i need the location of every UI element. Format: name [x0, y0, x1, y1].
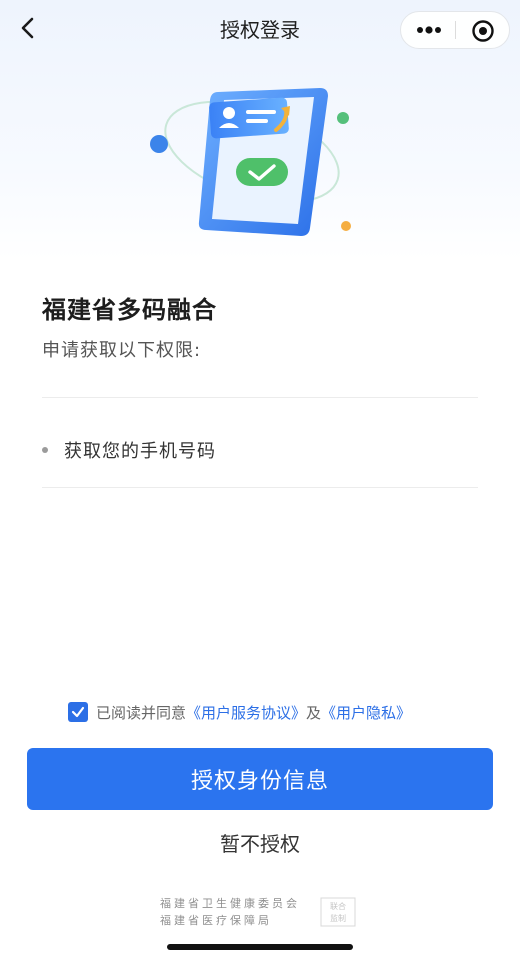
more-dots-icon[interactable] — [414, 21, 444, 39]
home-indicator[interactable] — [167, 944, 353, 950]
divider-bottom — [42, 487, 478, 488]
skip-authorization-button[interactable]: 暂不授权 — [0, 828, 520, 857]
svg-text:联合: 联合 — [330, 901, 346, 911]
permission-item: 获取您的手机号码 — [42, 436, 216, 464]
checkmark-icon — [71, 706, 85, 718]
mini-program-capsule — [400, 11, 510, 49]
agreement-checkbox[interactable] — [68, 702, 88, 722]
target-circle-icon[interactable] — [471, 19, 495, 43]
bullet-dot-icon — [42, 447, 48, 453]
user-privacy-link[interactable]: 《用户隐私》 — [321, 702, 411, 723]
user-service-agreement-link[interactable]: 《用户服务协议》 — [186, 702, 306, 723]
agreement-connector: 及 — [306, 703, 322, 722]
divider-top — [42, 397, 478, 398]
phone-authorization-illustration — [150, 88, 351, 236]
app-name: 福建省多码融合 — [42, 296, 217, 324]
svg-text:监制: 监制 — [330, 913, 346, 923]
capsule-divider — [455, 21, 456, 39]
agreement-prefix: 已阅读并同意 — [96, 703, 187, 722]
footer-organizations: 福建省卫生健康委员会 福建省医疗保障局 联合 监制 — [160, 895, 360, 929]
joint-supervision-seal: 联合 监制 — [320, 897, 356, 927]
authorize-identity-button[interactable]: 授权身份信息 — [27, 748, 493, 810]
permission-item-label: 获取您的手机号码 — [64, 441, 216, 462]
permission-request-text: 申请获取以下权限: — [42, 340, 202, 361]
agreement-row: 已阅读并同意 《用户服务协议》 及 《用户隐私》 — [68, 701, 411, 723]
navigation-bar: 授权登录 — [0, 0, 520, 58]
